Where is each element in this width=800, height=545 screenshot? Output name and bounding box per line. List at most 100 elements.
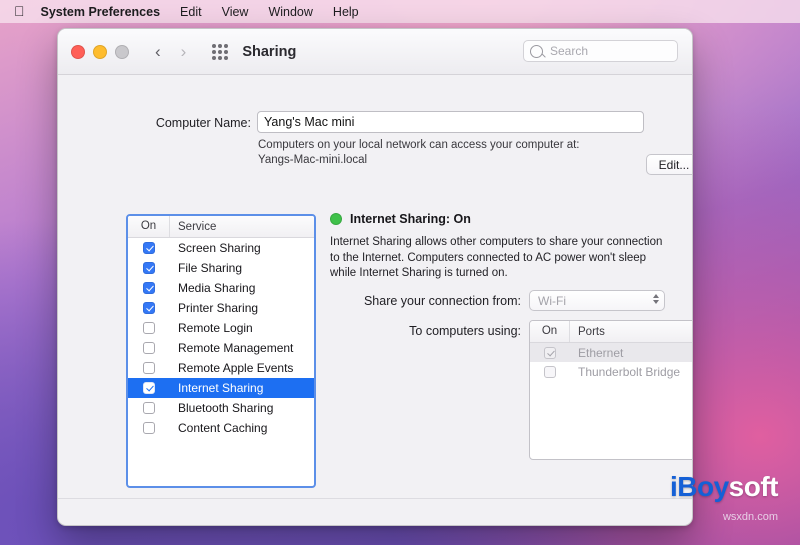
service-name: Remote Management [170,341,293,355]
computer-name-hint-line2: Yangs-Mac-mini.local [258,153,658,168]
list-item[interactable]: Media Sharing [128,278,314,298]
checkbox-icon[interactable] [544,347,556,359]
watermark-part-soft: soft [729,471,778,502]
port-name: Ethernet [570,346,623,360]
ports-list-header: On Ports [530,321,693,343]
service-checkbox-cell[interactable] [128,262,170,274]
desktop-background:  System Preferences Edit View Window He… [0,0,800,545]
checkbox-icon[interactable] [143,282,155,294]
page-title: Sharing [242,44,296,60]
window-titlebar: ‹ › Sharing [58,29,692,75]
service-list[interactable]: On Service Screen Sharing File Sharing M… [126,214,316,488]
apple-icon[interactable]:  [14,4,25,18]
checkbox-icon[interactable] [143,402,155,414]
checkbox-icon[interactable] [143,422,155,434]
service-checkbox-cell[interactable] [128,382,170,394]
show-all-grid-icon[interactable] [212,44,228,60]
list-item[interactable]: Printer Sharing [128,298,314,318]
service-name: Content Caching [170,421,267,435]
list-item[interactable]: Ethernet [530,343,693,362]
search-icon [530,45,543,58]
service-description: Internet Sharing allows other computers … [330,235,674,282]
service-name: Remote Apple Events [170,361,293,375]
service-checkbox-cell[interactable] [128,362,170,374]
list-item[interactable]: File Sharing [128,258,314,278]
menu-item-view[interactable]: View [222,5,249,19]
list-item[interactable]: Content Caching [128,418,314,438]
computer-name-hint: Computers on your local network can acce… [258,138,658,168]
service-checkbox-cell[interactable] [128,402,170,414]
service-name: Screen Sharing [170,241,261,255]
service-list-header: On Service [128,216,314,238]
checkbox-icon[interactable] [143,242,155,254]
checkbox-icon[interactable] [143,362,155,374]
service-name: File Sharing [170,261,242,275]
service-checkbox-cell[interactable] [128,322,170,334]
status-line: Internet Sharing: On [330,212,680,226]
status-indicator-icon [330,213,342,225]
service-name: Bluetooth Sharing [170,401,273,415]
checkbox-icon[interactable] [143,342,155,354]
share-from-select[interactable]: Wi-Fi [529,290,665,311]
service-checkbox-cell[interactable] [128,342,170,354]
service-checkbox-cell[interactable] [128,282,170,294]
bottom-divider [58,498,692,499]
menu-item-edit[interactable]: Edit [180,5,202,19]
checkbox-icon[interactable] [143,382,155,394]
service-name: Printer Sharing [170,301,258,315]
detail-pane: Internet Sharing: On Internet Sharing al… [330,212,680,282]
list-item[interactable]: Thunderbolt Bridge [530,362,693,381]
share-from-value: Wi-Fi [538,294,566,308]
menu-item-help[interactable]: Help [333,5,359,19]
menu-item-window[interactable]: Window [268,5,312,19]
search-input[interactable] [548,43,671,59]
sharing-preferences-window: ‹ › Sharing Computer Name: Computers on … [57,28,693,526]
list-item[interactable]: Remote Apple Events [128,358,314,378]
port-checkbox-cell[interactable] [530,366,570,378]
share-from-row: Share your connection from: Wi-Fi [330,290,680,311]
service-name: Media Sharing [170,281,255,295]
forward-arrow-icon[interactable]: › [181,43,187,60]
computer-name-input[interactable] [257,111,644,133]
service-checkbox-cell[interactable] [128,302,170,314]
ports-header-on: On [530,321,570,342]
list-item[interactable]: Screen Sharing [128,238,314,258]
computer-name-label: Computer Name: [96,116,251,130]
computer-name-hint-line1: Computers on your local network can acce… [258,138,658,153]
service-header-on: On [128,216,170,237]
edit-button[interactable]: Edit... [646,154,693,175]
zoom-button[interactable] [115,45,129,59]
iboysoft-watermark: iBoysoft [670,471,778,503]
service-name: Remote Login [170,321,253,335]
menu-bar:  System Preferences Edit View Window He… [0,0,800,23]
ports-list[interactable]: On Ports Ethernet Thunderbolt Bridge [529,320,693,460]
list-item[interactable]: Bluetooth Sharing [128,398,314,418]
computer-name-section: Computer Name: Computers on your local n… [58,74,692,182]
menu-item-system-preferences[interactable]: System Preferences [41,5,161,19]
back-arrow-icon[interactable]: ‹ [155,43,161,60]
service-header-service: Service [170,221,216,233]
status-badge: Internet Sharing: On [350,212,471,226]
stepper-icon[interactable] [653,294,659,304]
share-from-label: Share your connection from: [330,294,521,308]
port-name: Thunderbolt Bridge [570,365,680,379]
checkbox-icon[interactable] [143,262,155,274]
list-item[interactable]: Remote Login [128,318,314,338]
service-checkbox-cell[interactable] [128,242,170,254]
checkbox-icon[interactable] [143,322,155,334]
service-checkbox-cell[interactable] [128,422,170,434]
minimize-button[interactable] [93,45,107,59]
port-checkbox-cell[interactable] [530,347,570,359]
site-watermark: wsxdn.com [723,511,778,523]
checkbox-icon[interactable] [544,366,556,378]
list-item-selected[interactable]: Internet Sharing [128,378,314,398]
close-button[interactable] [71,45,85,59]
list-item[interactable]: Remote Management [128,338,314,358]
watermark-part-boy: Boy [677,471,728,502]
checkbox-icon[interactable] [143,302,155,314]
service-name: Internet Sharing [170,381,263,395]
window-controls [71,45,129,59]
nav-arrows: ‹ › [155,43,186,60]
ports-header-ports: Ports [570,326,605,338]
search-box[interactable] [523,40,678,62]
